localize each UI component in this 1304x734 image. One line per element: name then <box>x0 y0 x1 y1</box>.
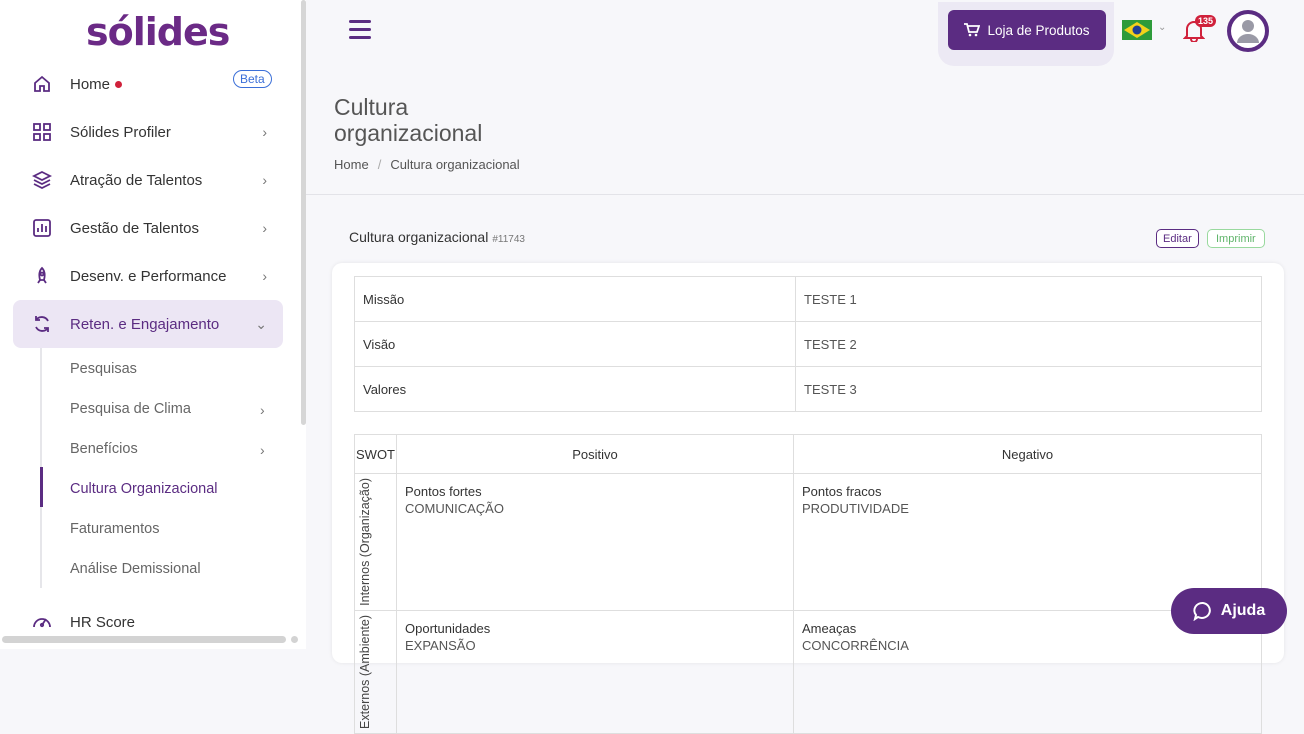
chevron-down-icon: ⌄ <box>255 315 267 332</box>
divider <box>306 194 1304 195</box>
swot-header: SWOT <box>354 434 397 474</box>
top-header: Loja de Produtos ⌄ 135 <box>306 0 1304 66</box>
swot-cell-title: Pontos fracos <box>802 484 882 499</box>
solides-logo[interactable]: sólides <box>86 10 230 54</box>
sidebar-item-label: Desenv. e Performance <box>70 267 227 285</box>
sidebar-item-label: Gestão de Talentos <box>70 219 199 237</box>
chevron-right-icon: › <box>262 124 267 140</box>
row-key: Missão <box>354 276 796 322</box>
swot-cell-value: CONCORRÊNCIA <box>802 637 909 653</box>
breadcrumb: Home / Cultura organizacional <box>334 157 520 172</box>
sidebar-item-label: Home <box>70 75 111 93</box>
swot-table: SWOT Positivo Negativo Internos (Organiz… <box>354 434 1262 734</box>
swot-header-positive: Positivo <box>396 434 794 474</box>
cart-icon <box>964 23 981 37</box>
swot-cell-value: PRODUTIVIDADE <box>802 501 909 516</box>
print-button[interactable]: Imprimir <box>1207 229 1265 248</box>
swot-cell-value: EXPANSÃO <box>405 637 476 653</box>
home-icon <box>34 75 50 92</box>
subitem-beneficios[interactable]: Benefícios <box>70 441 138 457</box>
sidebar-item-label: Atração de Talentos <box>70 171 203 189</box>
row-value: TESTE 1 <box>795 276 1262 322</box>
table-row: Internos (Organização) Pontos fortes COMU… <box>354 473 1262 611</box>
row-value: TESTE 2 <box>795 321 1262 367</box>
scroll-arrow-icon[interactable] <box>291 636 298 643</box>
edit-button[interactable]: Editar <box>1156 229 1199 248</box>
rocket-icon <box>37 266 47 284</box>
sidebar-item-desenv-performance[interactable]: Desenv. e Performance › <box>13 252 283 300</box>
sidebar-horizontal-scrollbar[interactable] <box>2 636 286 643</box>
chevron-right-icon: › <box>260 402 265 418</box>
chat-bubble-icon <box>1193 602 1211 621</box>
table-row: Visão TESTE 2 <box>354 321 1262 367</box>
swot-header-negative: Negativo <box>793 434 1262 474</box>
breadcrumb-separator: / <box>377 157 382 172</box>
chevron-right-icon: › <box>260 442 265 458</box>
culture-values-table: Missão TESTE 1 Visão TESTE 2 Valores TES… <box>354 276 1262 412</box>
breadcrumb-home[interactable]: Home <box>334 157 369 172</box>
breadcrumb-current: Cultura organizacional <box>390 157 520 172</box>
sidebar-item-home[interactable]: Home Beta <box>13 60 283 108</box>
swot-row-label: Internos (Organização) <box>358 478 372 606</box>
chevron-right-icon: › <box>262 172 267 188</box>
row-value: TESTE 3 <box>795 366 1262 412</box>
card-title: Cultura organizacional #11743 <box>349 229 525 245</box>
bar-chart-icon <box>33 219 51 237</box>
table-row: Externos (Ambiente) Oportunidades EXPANSÃ… <box>354 609 1262 734</box>
chevron-right-icon: › <box>262 268 267 284</box>
sidebar-item-atracao-talentos[interactable]: Atração de Talentos › <box>13 156 283 204</box>
table-row: Valores TESTE 3 <box>354 366 1262 412</box>
sidebar-item-label: HR Score <box>70 613 136 631</box>
gauge-icon <box>33 618 51 628</box>
subitem-faturamentos[interactable]: Faturamentos <box>70 521 159 537</box>
swot-header-row: SWOT Positivo Negativo <box>354 434 1262 474</box>
layers-icon <box>32 170 52 190</box>
help-button-label: Ajuda <box>1220 602 1266 619</box>
row-key: Visão <box>354 321 796 367</box>
subitem-cultura-organizacional[interactable]: Cultura Organizacional <box>70 481 218 497</box>
card-title-text: Cultura organizacional <box>349 229 489 245</box>
swot-cell-title: Oportunidades <box>405 620 491 636</box>
chevron-right-icon: › <box>262 220 267 236</box>
active-indicator <box>40 467 43 507</box>
swot-row-label: Externos (Ambiente) <box>358 614 372 729</box>
sidebar-item-reten-engajamento[interactable]: Reten. e Engajamento ⌄ <box>13 300 283 348</box>
subitem-analise-demissional[interactable]: Análise Demissional <box>70 561 201 577</box>
shop-button[interactable]: Loja de Produtos <box>948 10 1106 50</box>
help-button[interactable]: Ajuda <box>1171 588 1287 634</box>
sidebar-item-solides-profiler[interactable]: Sólides Profiler › <box>13 108 283 156</box>
sidebar: sólides Home Beta Sólides Profiler › Atr… <box>0 0 306 649</box>
row-key: Valores <box>354 366 796 412</box>
subitem-pesquisa-clima[interactable]: Pesquisa de Clima <box>70 401 191 417</box>
swot-cell-value: COMUNICAÇÃO <box>405 501 504 516</box>
avatar[interactable] <box>1227 10 1269 52</box>
table-row: Missão TESTE 1 <box>354 276 1262 322</box>
beta-badge: Beta <box>233 70 272 88</box>
chevron-down-icon[interactable]: ⌄ <box>1158 22 1166 33</box>
sidebar-item-label: Reten. e Engajamento <box>70 315 220 333</box>
new-indicator-dot <box>115 81 123 89</box>
sidebar-item-label: Sólides Profiler <box>70 123 171 141</box>
notification-count-badge: 135 <box>1195 15 1217 27</box>
menu-icon[interactable] <box>349 20 371 40</box>
shop-button-label: Loja de Produtos <box>987 22 1090 38</box>
sidebar-item-gestao-talentos[interactable]: Gestão de Talentos › <box>13 204 283 252</box>
brazil-flag-icon[interactable] <box>1122 20 1152 40</box>
subitem-pesquisas[interactable]: Pesquisas <box>70 361 137 377</box>
page-title: Cultura organizacional <box>334 94 483 146</box>
swot-cell-title: Pontos fortes <box>405 484 482 499</box>
grid-icon <box>33 123 51 141</box>
refresh-icon <box>35 316 49 332</box>
record-id: #11743 <box>492 234 525 245</box>
